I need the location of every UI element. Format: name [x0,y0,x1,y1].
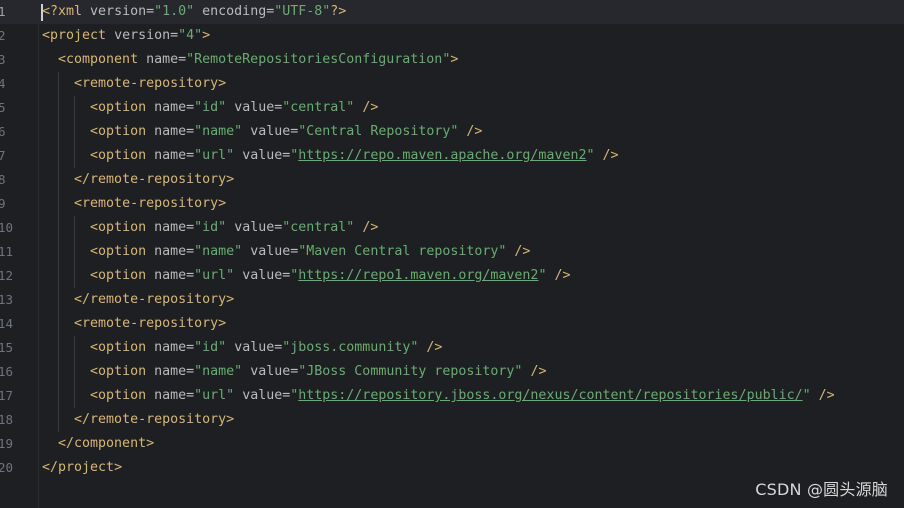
line-number: 8 [0,172,6,187]
line-number: 13 [0,292,14,307]
code-line[interactable]: 6 <option name="name" value="Central Rep… [0,120,904,144]
code-text: <remote-repository> [74,316,227,331]
code-text: <project version="4"> [42,28,211,43]
line-number: 20 [0,460,14,475]
code-text: <option name="name" value="Maven Central… [90,244,531,259]
code-line[interactable]: 19 </component> [0,432,904,456]
code-line[interactable]: 4 <remote-repository> [0,72,904,96]
code-text: <option name="id" value="central" /> [90,100,379,115]
code-line[interactable]: 17 <option name="url" value="https://rep… [0,384,904,408]
code-line[interactable]: 12 <option name="url" value="https://rep… [0,264,904,288]
code-line[interactable]: 15 <option name="id" value="jboss.commun… [0,336,904,360]
code-text: <option name="id" value="central" /> [90,220,379,235]
code-line[interactable]: 8 </remote-repository> [0,168,904,192]
code-text: <option name="url" value="https://repo1.… [90,268,571,283]
code-line[interactable]: 18 </remote-repository> [0,408,904,432]
line-number: 9 [0,196,6,211]
line-number: 19 [0,436,14,451]
line-number: 12 [0,268,14,283]
code-line[interactable]: 16 <option name="name" value="JBoss Comm… [0,360,904,384]
code-line[interactable]: 3 <component name="RemoteRepositoriesCon… [0,48,904,72]
code-text: <option name="url" value="https://reposi… [90,388,835,403]
line-number: 16 [0,364,14,379]
code-line[interactable]: 1 <?xml version="1.0" encoding="UTF-8"?> [0,0,904,24]
code-line[interactable]: 5 <option name="id" value="central" /> [0,96,904,120]
code-text: </component> [58,436,155,451]
line-number: 7 [0,148,6,163]
code-editor[interactable]: 1 <?xml version="1.0" encoding="UTF-8"?> 2… [0,0,904,508]
code-text: <option name="name" value="Central Repos… [90,124,483,139]
line-number: 2 [0,28,6,43]
code-line[interactable]: 13 </remote-repository> [0,288,904,312]
line-number: 15 [0,340,14,355]
line-number: 11 [0,244,14,259]
code-text: <remote-repository> [74,196,227,211]
line-number: 6 [0,124,6,139]
code-text: <component name="RemoteRepositoriesConfi… [58,52,459,67]
code-line[interactable]: 10 <option name="id" value="central" /> [0,216,904,240]
line-number: 17 [0,388,14,403]
code-text: <option name="id" value="jboss.community… [90,340,443,355]
line-number: 10 [0,220,14,235]
line-number: 18 [0,412,14,427]
code-text: <remote-repository> [74,76,227,91]
text-caret [41,4,43,21]
code-text: </remote-repository> [74,172,235,187]
code-line[interactable]: 7 <option name="url" value="https://repo… [0,144,904,168]
code-line[interactable]: 2 <project version="4"> [0,24,904,48]
watermark: CSDN @圆头源脑 [755,480,888,499]
code-line[interactable]: 14 <remote-repository> [0,312,904,336]
code-line[interactable]: 9 <remote-repository> [0,192,904,216]
code-text: <option name="name" value="JBoss Communi… [90,364,547,379]
line-number: 3 [0,52,6,67]
code-text: </project> [42,460,123,475]
code-text: <?xml version="1.0" encoding="UTF-8"?> [42,4,347,19]
line-number: 4 [0,76,6,91]
code-line[interactable]: 11 <option name="name" value="Maven Cent… [0,240,904,264]
code-text: </remote-repository> [74,292,235,307]
line-number: 14 [0,316,14,331]
line-number: 5 [0,100,6,115]
code-text: <option name="url" value="https://repo.m… [90,148,619,163]
code-text: </remote-repository> [74,412,235,427]
line-number: 1 [0,4,6,19]
